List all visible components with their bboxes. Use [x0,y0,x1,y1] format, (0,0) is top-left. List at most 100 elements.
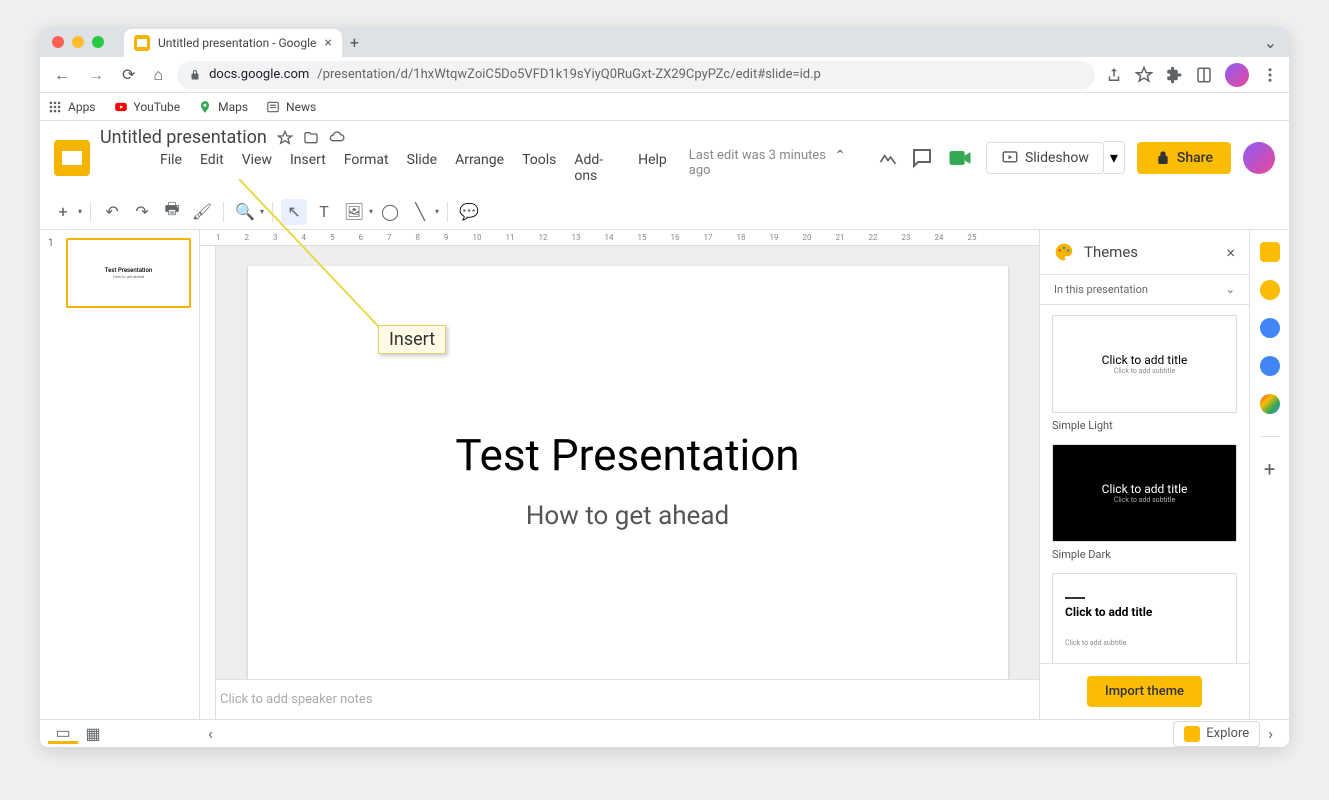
menu-format[interactable]: Format [336,148,397,188]
theme-simple-light[interactable]: Click to add titleClick to add subtitle … [1052,315,1237,432]
zoom-dropdown[interactable]: ▾ [260,207,264,216]
contacts-icon[interactable] [1260,356,1280,376]
image-dropdown[interactable]: ▾ [369,207,373,216]
maps-icon [198,100,212,114]
print-button[interactable]: 🖶 [159,199,185,225]
lock-icon [1155,150,1171,166]
undo-button[interactable]: ↶ [99,199,125,225]
expand-side-panel-icon[interactable]: › [1260,724,1281,743]
new-tab-button[interactable]: + [350,33,359,52]
vertical-ruler [200,246,216,719]
slides-logo-icon[interactable] [54,140,90,176]
news-icon [266,100,280,114]
slides-favicon-icon [134,35,150,51]
forward-button[interactable]: → [84,61,108,89]
keep-icon[interactable] [1260,280,1280,300]
bottom-bar: ▭ ▦ ‹ Explore › [40,719,1289,747]
play-icon [1001,149,1019,167]
select-tool-button[interactable]: ↖ [281,199,307,225]
bookmark-news[interactable]: News [266,100,316,114]
browser-tab-bar: Untitled presentation - Google × + ⌄ [40,27,1289,57]
menu-help[interactable]: Help [630,148,675,188]
url-path: /presentation/d/1hxWtqwZoiC5Do5VFD1k19sY… [317,67,821,82]
textbox-button[interactable]: T [311,199,337,225]
zoom-button[interactable]: 🔍 [232,199,258,225]
horizontal-ruler: 1234567891011121314151617181920212223242… [200,230,1039,246]
slideshow-button[interactable]: Slideshow [986,142,1104,174]
menu-addons[interactable]: Add-ons [566,148,628,188]
grid-view-button[interactable]: ▦ [78,724,108,744]
menu-slide[interactable]: Slide [399,148,445,188]
comments-icon[interactable] [910,146,934,170]
shape-button[interactable]: ◯ [377,199,403,225]
expand-dropdown-icon[interactable]: ⌄ [1264,33,1277,52]
menu-insert[interactable]: Insert [282,148,334,188]
bookmark-apps[interactable]: Apps [48,100,96,114]
address-bar-row: ← → ⟳ ⌂ docs.google.com/presentation/d/1… [40,57,1289,93]
canvas-area: 1234567891011121314151617181920212223242… [200,230,1039,719]
home-button[interactable]: ⌂ [149,61,167,89]
paint-format-button[interactable]: 🖌 [189,199,215,225]
star-icon[interactable] [277,130,293,146]
bookmark-youtube[interactable]: YouTube [114,100,181,114]
back-button[interactable]: ← [50,61,74,89]
reload-button[interactable]: ⟳ [118,61,139,88]
activity-icon[interactable] [878,148,898,168]
share-icon[interactable] [1105,66,1123,84]
tasks-icon[interactable] [1260,318,1280,338]
collapse-thumbnails-icon[interactable]: ‹ [208,724,213,743]
address-bar[interactable]: docs.google.com/presentation/d/1hxWtqwZo… [177,61,1095,89]
menu-tools[interactable]: Tools [514,148,564,188]
speaker-notes[interactable]: Click to add speaker notes [200,679,1039,719]
document-title[interactable]: Untitled presentation [100,127,267,148]
add-addon-icon[interactable]: + [1260,459,1280,479]
line-dropdown[interactable]: ▾ [435,207,439,216]
minimize-window-button[interactable] [72,36,84,48]
comment-button[interactable]: 💬 [456,199,482,225]
maximize-window-button[interactable] [92,36,104,48]
slideshow-dropdown[interactable]: ▾ [1104,141,1125,174]
account-avatar[interactable] [1243,142,1275,174]
calendar-icon[interactable] [1260,242,1280,262]
last-edit-text[interactable]: Last edit was 3 minutes ago [689,148,832,188]
import-theme-button[interactable]: Import theme [1087,676,1202,707]
meet-icon[interactable] [946,144,974,172]
star-icon[interactable] [1135,66,1153,84]
close-window-button[interactable] [52,36,64,48]
menu-view[interactable]: View [234,148,280,188]
profile-avatar[interactable] [1225,63,1249,87]
close-panel-icon[interactable]: × [1226,243,1235,262]
close-tab-icon[interactable]: × [324,35,331,51]
maps-addon-icon[interactable] [1260,394,1280,414]
youtube-icon [114,100,128,114]
redo-button[interactable]: ↷ [129,199,155,225]
theme-streamline[interactable]: Click to add titleClick to add subtitle … [1052,573,1237,663]
explore-button[interactable]: Explore [1173,721,1260,747]
share-button[interactable]: Share [1137,142,1231,174]
browser-menu-icon[interactable] [1261,66,1279,84]
slide-canvas[interactable]: Test Presentation How to get ahead [248,266,1008,679]
menu-edit[interactable]: Edit [192,148,232,188]
new-slide-button[interactable]: + [50,199,76,225]
image-button[interactable]: 🖼 [341,199,367,225]
browser-tab[interactable]: Untitled presentation - Google × [124,29,342,57]
collapse-header-icon[interactable]: ⌃ [834,148,854,188]
reading-list-icon[interactable] [1195,66,1213,84]
slides-header: Untitled presentation File Edit View Ins… [40,121,1289,194]
slide-title-text[interactable]: Test Presentation [455,429,799,481]
move-folder-icon[interactable] [303,130,319,146]
filmstrip-view-button[interactable]: ▭ [48,724,78,744]
line-button[interactable]: ╲ [407,199,433,225]
bookmark-maps[interactable]: Maps [198,100,248,114]
menu-arrange[interactable]: Arrange [447,148,512,188]
tab-title: Untitled presentation - Google [158,36,316,50]
cloud-saved-icon[interactable] [329,130,345,146]
menu-file[interactable]: File [152,148,190,188]
slide-subtitle-text[interactable]: How to get ahead [526,501,729,531]
themes-panel-title: Themes [1084,243,1216,261]
extensions-icon[interactable] [1165,66,1183,84]
theme-simple-dark[interactable]: Click to add titleClick to add subtitle … [1052,444,1237,561]
themes-section-header[interactable]: In this presentation ⌄ [1040,274,1249,305]
new-slide-dropdown[interactable]: ▾ [78,207,82,216]
slide-thumbnail[interactable]: 1 Test Presentation How to get ahead [48,238,191,308]
